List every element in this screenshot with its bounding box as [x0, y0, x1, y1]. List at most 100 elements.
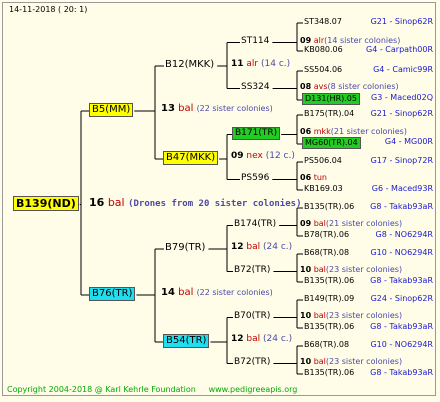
gen4-queen[interactable]: B135(TR).06 — [302, 202, 356, 212]
pedigree-chart: 14-11-2018 ( 20: 1) B139(ND) 16 bal (Dro… — [2, 2, 436, 396]
root-count: 16 — [89, 196, 105, 209]
gen1-mating: 14 bal (22 sister colonies) — [161, 288, 273, 298]
gen3-unit: bal — [313, 311, 326, 320]
gen4-queen[interactable]: B68(TR).08 — [302, 340, 351, 350]
gen1-note: (22 sister colonies) — [196, 104, 273, 113]
gen3-count: 06 — [300, 173, 312, 182]
gen3-count: 10 — [300, 265, 312, 274]
gen3-unit: bal — [313, 357, 326, 366]
gen4-queen[interactable]: KB169.03 — [302, 184, 345, 194]
gen3-note: (21 sister colonies) — [325, 219, 403, 228]
gen4-colony: G21 - Sinop62R — [370, 109, 433, 118]
gen4-queen[interactable]: ST348.07 — [302, 17, 344, 27]
gen1-mating: 13 bal (22 sister colonies) — [161, 104, 273, 114]
gen4-queen[interactable]: MG60(TR).04 — [302, 137, 361, 149]
gen1-unit: bal — [178, 287, 194, 298]
gen2-note: (12 c.) — [265, 151, 295, 161]
gen2-count: 09 — [231, 151, 244, 161]
gen4-queen[interactable]: D131(HR).05 — [302, 93, 360, 105]
gen3-mating: 10 bal(23 sister colonies) — [300, 266, 402, 274]
gen3-note: (8 sister colonies) — [327, 82, 399, 91]
gen2-mating: 12 bal (24 c.) — [231, 243, 292, 252]
gen4-colony: G4 - Camic99R — [373, 65, 433, 74]
gen4-colony: G8 - Takab93aR — [370, 202, 433, 211]
gen2-mating: 09 nex (12 c.) — [231, 152, 295, 161]
gen3-unit: avs — [313, 82, 328, 91]
gen4-queen[interactable]: B68(TR).08 — [302, 248, 351, 258]
gen3-unit: bal — [313, 265, 326, 274]
root-unit: bal — [107, 196, 125, 209]
gen2-unit: nex — [246, 151, 263, 161]
gen3-mating: 10 bal(23 sister colonies) — [300, 358, 402, 366]
gen3-count: 06 — [300, 127, 312, 136]
gen3-count: 10 — [300, 357, 312, 366]
gen4-colony: G3 - Maced02Q — [371, 93, 433, 102]
footer-copyright: Copyright 2004-2018 @ Karl Kehrle Founda… — [7, 385, 196, 394]
gen4-queen[interactable]: B175(TR).04 — [302, 109, 356, 119]
gen2-count: 11 — [231, 59, 244, 69]
gen3-queen[interactable]: B72(TR) — [232, 265, 272, 276]
gen3-note: (23 sister colonies) — [325, 357, 403, 366]
gen1-queen[interactable]: B76(TR) — [89, 287, 136, 301]
gen3-queen[interactable]: ST114 — [239, 36, 271, 47]
gen2-queen[interactable]: B12(MKK) — [163, 59, 216, 71]
gen2-queen[interactable]: B54(TR) — [163, 334, 210, 348]
gen3-mating: 10 bal(23 sister colonies) — [300, 312, 402, 320]
gen3-note: (23 sister colonies) — [325, 311, 403, 320]
gen4-queen[interactable]: KB080.06 — [302, 45, 345, 55]
gen3-unit: alr — [313, 36, 325, 45]
gen1-note: (22 sister colonies) — [196, 288, 273, 297]
root-note: (Drones from 20 sister colonies) — [128, 199, 302, 209]
gen4-queen[interactable]: PS506.04 — [302, 156, 344, 166]
gen3-queen[interactable]: SS324 — [239, 82, 272, 93]
gen3-mating: 08 avs(8 sister colonies) — [300, 83, 399, 91]
gen2-count: 12 — [231, 334, 244, 344]
footer-site[interactable]: www.pedigreeapis.org — [209, 385, 298, 394]
gen2-note: (14 c.) — [261, 59, 291, 69]
gen4-colony: G8 - Takab93aR — [370, 322, 433, 331]
gen3-mating: 09 alr(14 sister colonies) — [300, 37, 400, 45]
gen4-colony: G24 - Sinop62R — [370, 294, 433, 303]
gen3-note: (21 sister colonies) — [330, 127, 407, 136]
gen3-note: (14 sister colonies) — [324, 36, 401, 45]
root-queen[interactable]: B139(ND) — [13, 196, 79, 211]
gen3-queen[interactable]: B174(TR) — [232, 219, 278, 230]
gen3-note: (23 sister colonies) — [325, 265, 403, 274]
gen2-queen[interactable]: B47(MKK) — [163, 151, 219, 165]
gen4-colony: G10 - NO6294R — [370, 340, 433, 349]
gen1-count: 13 — [161, 103, 175, 114]
gen3-queen[interactable]: B72(TR) — [232, 357, 272, 368]
root-mating: 16 bal (Drones from 20 sister colonies) — [89, 197, 301, 209]
gen3-mating: 06 mkk(21 sister colonies) — [300, 128, 407, 136]
gen2-note: (24 c.) — [263, 242, 293, 252]
gen3-unit: bal — [313, 219, 326, 228]
gen3-unit: mkk — [313, 127, 331, 136]
gen4-queen[interactable]: B149(TR).09 — [302, 294, 356, 304]
gen1-queen[interactable]: B5(MM) — [89, 103, 134, 117]
gen4-colony: G8 - Takab93aR — [370, 368, 433, 377]
gen3-unit: tun — [313, 173, 327, 182]
gen4-queen[interactable]: SS504.06 — [302, 65, 344, 75]
gen2-unit: bal — [246, 242, 261, 252]
gen2-count: 12 — [231, 242, 244, 252]
gen3-queen[interactable]: B171(TR) — [232, 127, 281, 140]
gen2-mating: 11 alr (14 c.) — [231, 60, 290, 69]
gen4-queen[interactable]: B135(TR).06 — [302, 368, 356, 378]
gen3-mating: 06 tun — [300, 174, 327, 182]
gen3-count: 08 — [300, 82, 312, 91]
gen3-count: 09 — [300, 219, 312, 228]
gen3-count: 10 — [300, 311, 312, 320]
gen2-unit: bal — [246, 334, 261, 344]
gen3-mating: 09 bal(21 sister colonies) — [300, 220, 402, 228]
gen4-queen[interactable]: B135(TR).06 — [302, 276, 356, 286]
gen4-queen[interactable]: B135(TR).06 — [302, 322, 356, 332]
gen3-count: 09 — [300, 36, 312, 45]
gen4-colony: G17 - Sinop72R — [370, 156, 433, 165]
gen3-queen[interactable]: PS596 — [239, 173, 271, 184]
gen2-queen[interactable]: B79(TR) — [163, 242, 207, 254]
gen4-colony: G21 - Sinop62R — [370, 17, 433, 26]
gen4-colony: G4 - Carpath00R — [366, 45, 433, 54]
gen3-queen[interactable]: B70(TR) — [232, 311, 272, 322]
gen4-queen[interactable]: B78(TR).06 — [302, 230, 351, 240]
gen2-unit: alr — [246, 59, 259, 69]
